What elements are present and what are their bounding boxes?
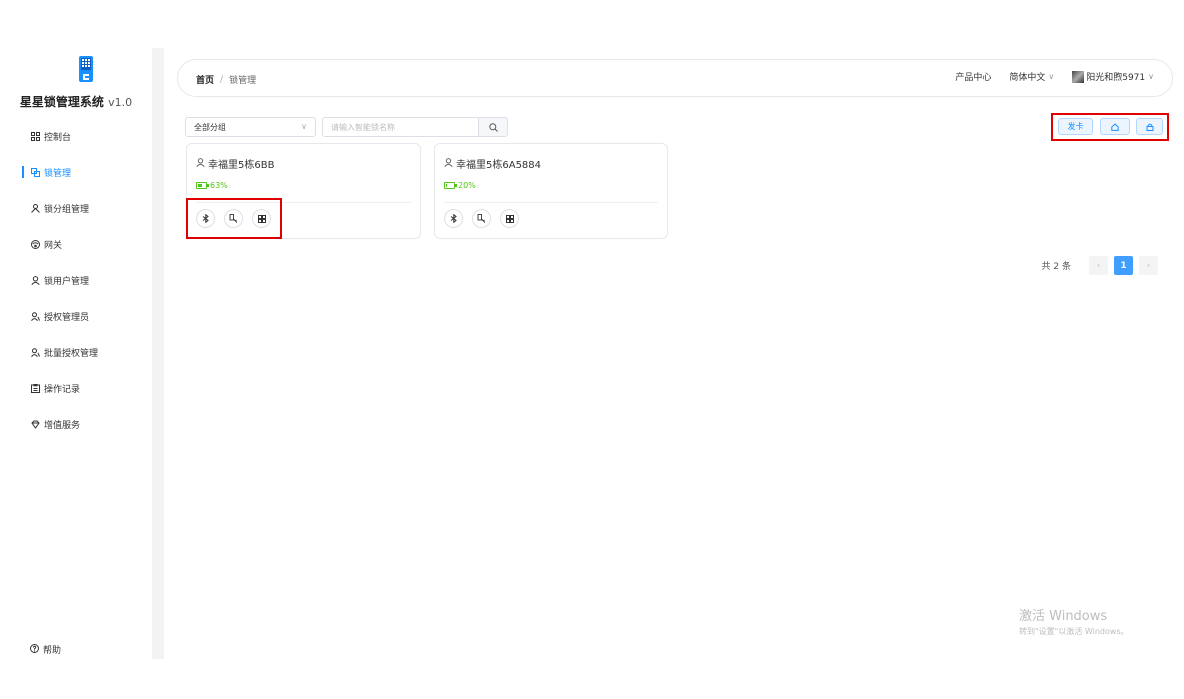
- issue-card-button[interactable]: 发卡: [1058, 118, 1093, 135]
- sidebar-item-label: 锁用户管理: [44, 276, 90, 287]
- battery-percent: 63%: [210, 181, 228, 190]
- chevron-down-icon: ∨: [301, 122, 307, 131]
- sidebar-item-label: 锁管理: [44, 168, 72, 179]
- group-select-value: 全部分组: [194, 123, 226, 132]
- battery-status: 20%: [444, 181, 476, 190]
- sidebar-item-label: 控制台: [44, 132, 72, 143]
- language-label: 简体中文: [1009, 73, 1046, 83]
- user-icon: [444, 157, 453, 170]
- lock-button[interactable]: [1136, 118, 1163, 135]
- avatar: [1072, 70, 1085, 83]
- top-header: 首页 / 锁管理 产品中心 简体中文 ∨ 阳光和煦5971 ∨: [177, 59, 1173, 97]
- lock-name-text: 幸福里5栋6BB: [208, 160, 275, 171]
- prev-page-button[interactable]: ‹: [1089, 256, 1108, 275]
- search-button[interactable]: [478, 117, 508, 137]
- lock-search-input[interactable]: [322, 117, 479, 137]
- username-label: 阳光和煦5971: [1086, 73, 1146, 83]
- page-number-button[interactable]: 1: [1114, 256, 1133, 275]
- lock-logo-icon: [79, 56, 93, 82]
- breadcrumb: 首页 / 锁管理: [196, 73, 257, 87]
- chevron-down-icon: ∨: [1048, 72, 1055, 81]
- remote-unlock-button[interactable]: [472, 209, 491, 228]
- sidebar-item-label: 操作记录: [44, 384, 81, 395]
- app-version: v1.0: [108, 96, 133, 109]
- sidebar-item-label: 网关: [44, 240, 63, 251]
- pagination-total: 共 2 条: [1041, 262, 1071, 272]
- help-link[interactable]: 帮助: [30, 643, 61, 656]
- battery-icon: [444, 182, 457, 189]
- app-title: 星星锁管理系统 v1.0: [0, 93, 152, 110]
- lock-card-actions: [444, 209, 528, 228]
- sidebar-item-label: 批量授权管理: [44, 348, 99, 359]
- sidebar-item-label: 增值服务: [44, 420, 81, 431]
- card-divider: [444, 202, 658, 203]
- batch-user-icon: [30, 347, 40, 357]
- bluetooth-button[interactable]: [444, 209, 463, 228]
- sidebar-item-value-added[interactable]: 增值服务: [0, 406, 152, 442]
- sidebar-item-operation-log[interactable]: 操作记录: [0, 370, 152, 406]
- help-circle-icon: [30, 643, 39, 656]
- home-icon: [1111, 122, 1119, 131]
- lock-manage-icon: [30, 167, 40, 177]
- dashboard-icon: [30, 131, 40, 141]
- battery-icon: [196, 182, 209, 189]
- product-center-link[interactable]: 产品中心: [955, 70, 991, 83]
- sidebar-item-lock-manage[interactable]: 锁管理: [0, 154, 152, 190]
- card-actions-highlight: [186, 198, 282, 239]
- lock-name-text: 幸福里5栋6A5884: [456, 160, 542, 171]
- bluetooth-icon: [450, 214, 457, 223]
- qr-code-icon: [505, 214, 514, 223]
- next-page-button[interactable]: ›: [1139, 256, 1158, 275]
- sidebar-item-dashboard[interactable]: 控制台: [0, 118, 152, 154]
- user-icon: [30, 275, 40, 285]
- group-icon: [30, 203, 40, 213]
- header-actions: 产品中心 简体中文 ∨ 阳光和煦5971 ∨: [937, 70, 1154, 83]
- sidebar-item-batch-auth[interactable]: 批量授权管理: [0, 334, 152, 370]
- lock-name: 幸福里5栋6BB: [196, 156, 274, 171]
- breadcrumb-separator: /: [220, 74, 224, 85]
- battery-fill: [198, 184, 203, 187]
- group-select[interactable]: 全部分组 ∨: [185, 117, 316, 137]
- gateway-icon: [30, 239, 40, 249]
- battery-status: 63%: [196, 181, 228, 190]
- product-center-label: 产品中心: [955, 73, 992, 83]
- language-dropdown[interactable]: 简体中文 ∨: [1009, 70, 1054, 83]
- help-label: 帮助: [43, 646, 62, 656]
- watermark-subtitle: 转到"设置"以激活 Windows。: [1019, 627, 1129, 636]
- search-icon: [488, 122, 498, 132]
- home-button[interactable]: [1100, 118, 1130, 135]
- app-name: 星星锁管理系统: [19, 95, 104, 109]
- lock-name: 幸福里5栋6A5884: [444, 156, 541, 171]
- sidebar-item-lock-user[interactable]: 锁用户管理: [0, 262, 152, 298]
- breadcrumb-current: 锁管理: [229, 76, 257, 86]
- sidebar-item-label: 锁分组管理: [44, 204, 90, 215]
- battery-percent: 20%: [458, 181, 476, 190]
- sidebar-item-lock-group[interactable]: 锁分组管理: [0, 190, 152, 226]
- sidebar-item-label: 授权管理员: [44, 312, 90, 323]
- qr-code-button[interactable]: [500, 209, 519, 228]
- user-icon: [196, 157, 205, 170]
- user-dropdown[interactable]: 阳光和煦5971 ∨: [1072, 70, 1154, 83]
- sidebar-divider: [152, 48, 164, 659]
- watermark-title: 激活 Windows: [1019, 609, 1108, 624]
- phone-key-icon: [477, 214, 486, 223]
- windows-activation-watermark: 激活 Windows 转到"设置"以激活 Windows。: [1019, 605, 1129, 637]
- sidebar-item-gateway[interactable]: 网关: [0, 226, 152, 262]
- breadcrumb-home[interactable]: 首页: [196, 73, 214, 86]
- chevron-down-icon: ∨: [1148, 72, 1154, 81]
- clipboard-icon: [30, 383, 40, 393]
- diamond-icon: [30, 419, 40, 429]
- issue-card-label: 发卡: [1067, 122, 1084, 131]
- battery-fill: [446, 184, 448, 187]
- admin-user-icon: [30, 311, 40, 321]
- lock-card[interactable]: 幸福里5栋6A5884 20%: [434, 143, 668, 239]
- pagination: 共 2 条 ‹ 1 ›: [1042, 256, 1158, 275]
- sidebar: 星星锁管理系统 v1.0 控制台 锁管理 锁分组管理 网关 锁用户管理 授权管理…: [0, 0, 152, 699]
- lock-icon: [1146, 123, 1153, 131]
- sidebar-item-admin[interactable]: 授权管理员: [0, 298, 152, 334]
